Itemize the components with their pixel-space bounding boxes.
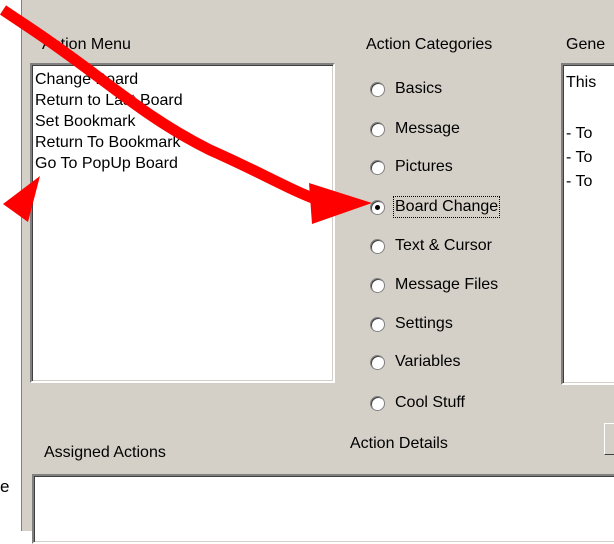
radio-label[interactable]: Cool Stuff xyxy=(395,394,465,412)
description-line: - To xyxy=(566,149,593,166)
action-menu-item[interactable]: Return To Bookmark xyxy=(32,132,333,153)
action-menu-item[interactable]: Change Board xyxy=(32,69,333,90)
action-menu-list[interactable]: Change Board Return to Last Board Set Bo… xyxy=(30,63,335,383)
action-menu-item[interactable]: Go To PopUp Board xyxy=(32,153,333,174)
radio-button[interactable] xyxy=(370,277,385,293)
category-radio-text-cursor[interactable]: Text & Cursor xyxy=(370,234,492,258)
action-menu-label: Action Menu xyxy=(42,36,131,53)
category-radio-pictures[interactable]: Pictures xyxy=(370,155,453,179)
radio-button[interactable] xyxy=(370,238,385,254)
radio-button[interactable] xyxy=(370,316,385,332)
general-label: Gene xyxy=(566,36,606,53)
assigned-actions-list[interactable] xyxy=(32,474,614,544)
radio-label[interactable]: Text & Cursor xyxy=(395,237,492,255)
assigned-actions-label: Assigned Actions xyxy=(44,444,166,461)
category-radio-board-change[interactable]: Board Change xyxy=(370,195,501,219)
radio-dot-icon xyxy=(375,204,380,210)
category-radio-message-files[interactable]: Message Files xyxy=(370,273,498,297)
action-menu-item[interactable]: Return to Last Board xyxy=(32,90,333,111)
radio-label[interactable]: Board Change xyxy=(392,196,501,218)
radio-label[interactable]: Basics xyxy=(395,80,442,98)
radio-button[interactable] xyxy=(370,159,385,175)
radio-label[interactable]: Message Files xyxy=(395,276,498,294)
radio-button[interactable] xyxy=(370,395,385,411)
radio-label[interactable]: Pictures xyxy=(395,158,453,176)
category-radio-basics[interactable]: Basics xyxy=(370,77,442,101)
description-line: - To xyxy=(566,173,593,190)
general-description-box: This - To - To - To xyxy=(561,63,614,385)
category-radio-variables[interactable]: Variables xyxy=(370,350,461,374)
action-categories-label: Action Categories xyxy=(366,36,493,53)
window-left-border xyxy=(18,0,22,531)
radio-label[interactable]: Settings xyxy=(395,315,453,333)
radio-button[interactable] xyxy=(370,121,385,137)
edge-text: e xyxy=(0,477,10,496)
category-radio-message[interactable]: Message xyxy=(370,117,460,141)
radio-label[interactable]: Message xyxy=(395,120,460,138)
category-radio-cool-stuff[interactable]: Cool Stuff xyxy=(370,391,465,415)
radio-label[interactable]: Variables xyxy=(395,353,461,371)
action-details-label: Action Details xyxy=(350,435,448,452)
radio-button[interactable] xyxy=(370,354,385,370)
description-line: - To xyxy=(566,125,593,142)
description-line: This xyxy=(566,74,597,91)
category-radio-settings[interactable]: Settings xyxy=(370,312,453,336)
radio-button-selected[interactable] xyxy=(370,199,385,215)
partial-button[interactable] xyxy=(604,423,614,455)
radio-button[interactable] xyxy=(370,81,385,97)
action-menu-item[interactable]: Set Bookmark xyxy=(32,111,333,132)
